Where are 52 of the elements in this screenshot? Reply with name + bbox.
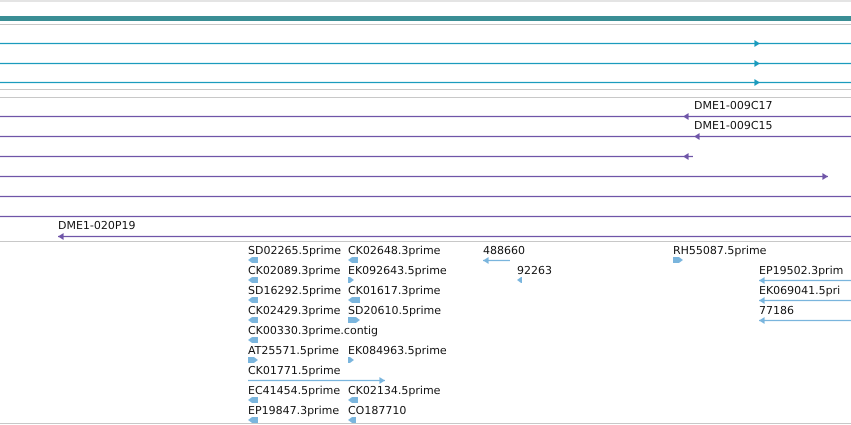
feature-block[interactable] [348,297,360,303]
feature-block[interactable] [248,277,258,283]
feature-label: EP19847.3prime [248,404,340,417]
feature-block[interactable] [348,277,354,283]
feature-block[interactable] [248,417,258,423]
feature-line[interactable] [0,79,851,86]
feature-line[interactable] [0,173,828,180]
feature-label: AT25571.5prime [248,344,339,357]
feature-label: CO187710 [348,404,406,417]
feature-label: 92263 [517,264,552,277]
feature-label: EK092643.5prime [348,264,447,277]
feature-label: SD16292.5prime [248,284,341,297]
feature-line[interactable] [0,196,851,198]
feature-block[interactable] [248,317,258,323]
feature-label: CK01617.3prime [348,284,440,297]
feature-label: DME1-020P19 [58,219,136,232]
feature-label: DME1-009C15 [694,119,773,132]
feature-block[interactable] [673,257,683,263]
feature-block[interactable] [348,257,358,263]
feature-line[interactable] [0,216,851,218]
feature-block[interactable] [348,357,354,363]
feature-block[interactable] [348,417,356,423]
feature-line[interactable] [58,233,851,240]
feature-label: DME1-009C17 [694,99,773,112]
feature-block[interactable] [248,257,258,263]
feature-label: CK02429.3prime [248,304,340,317]
feature-line[interactable] [0,60,851,67]
feature-label: EC41454.5prime [248,384,340,397]
feature-block[interactable] [348,317,360,323]
feature-label: RH55087.5prime [673,244,766,257]
feature-label: 488660 [483,244,525,257]
feature-line[interactable] [0,113,851,120]
feature-block[interactable] [248,397,258,403]
feature-line[interactable] [0,153,693,160]
feature-label: EP19502.3prim [759,264,844,277]
feature-block[interactable] [348,397,358,403]
feature-line[interactable] [0,133,851,140]
feature-label: SD02265.5prime [248,244,341,257]
feature-block[interactable] [517,277,522,283]
feature-line[interactable] [0,40,851,47]
feature-label: CK02648.3prime [348,244,440,257]
feature-label: CK01771.5prime [248,364,340,377]
feature-label: SD20610.5prime [348,304,441,317]
feature-label: CK00330.3prime.contig [248,324,378,337]
feature-label: CK02089.3prime [248,264,340,277]
feature-label: 77186 [759,304,794,317]
feature-block[interactable] [248,337,258,343]
feature-label: EK069041.5pri [759,284,840,297]
feature-block[interactable] [248,297,258,303]
feature-block[interactable] [248,357,258,363]
feature-label: EK084963.5prime [348,344,447,357]
feature-label: CK02134.5prime [348,384,440,397]
